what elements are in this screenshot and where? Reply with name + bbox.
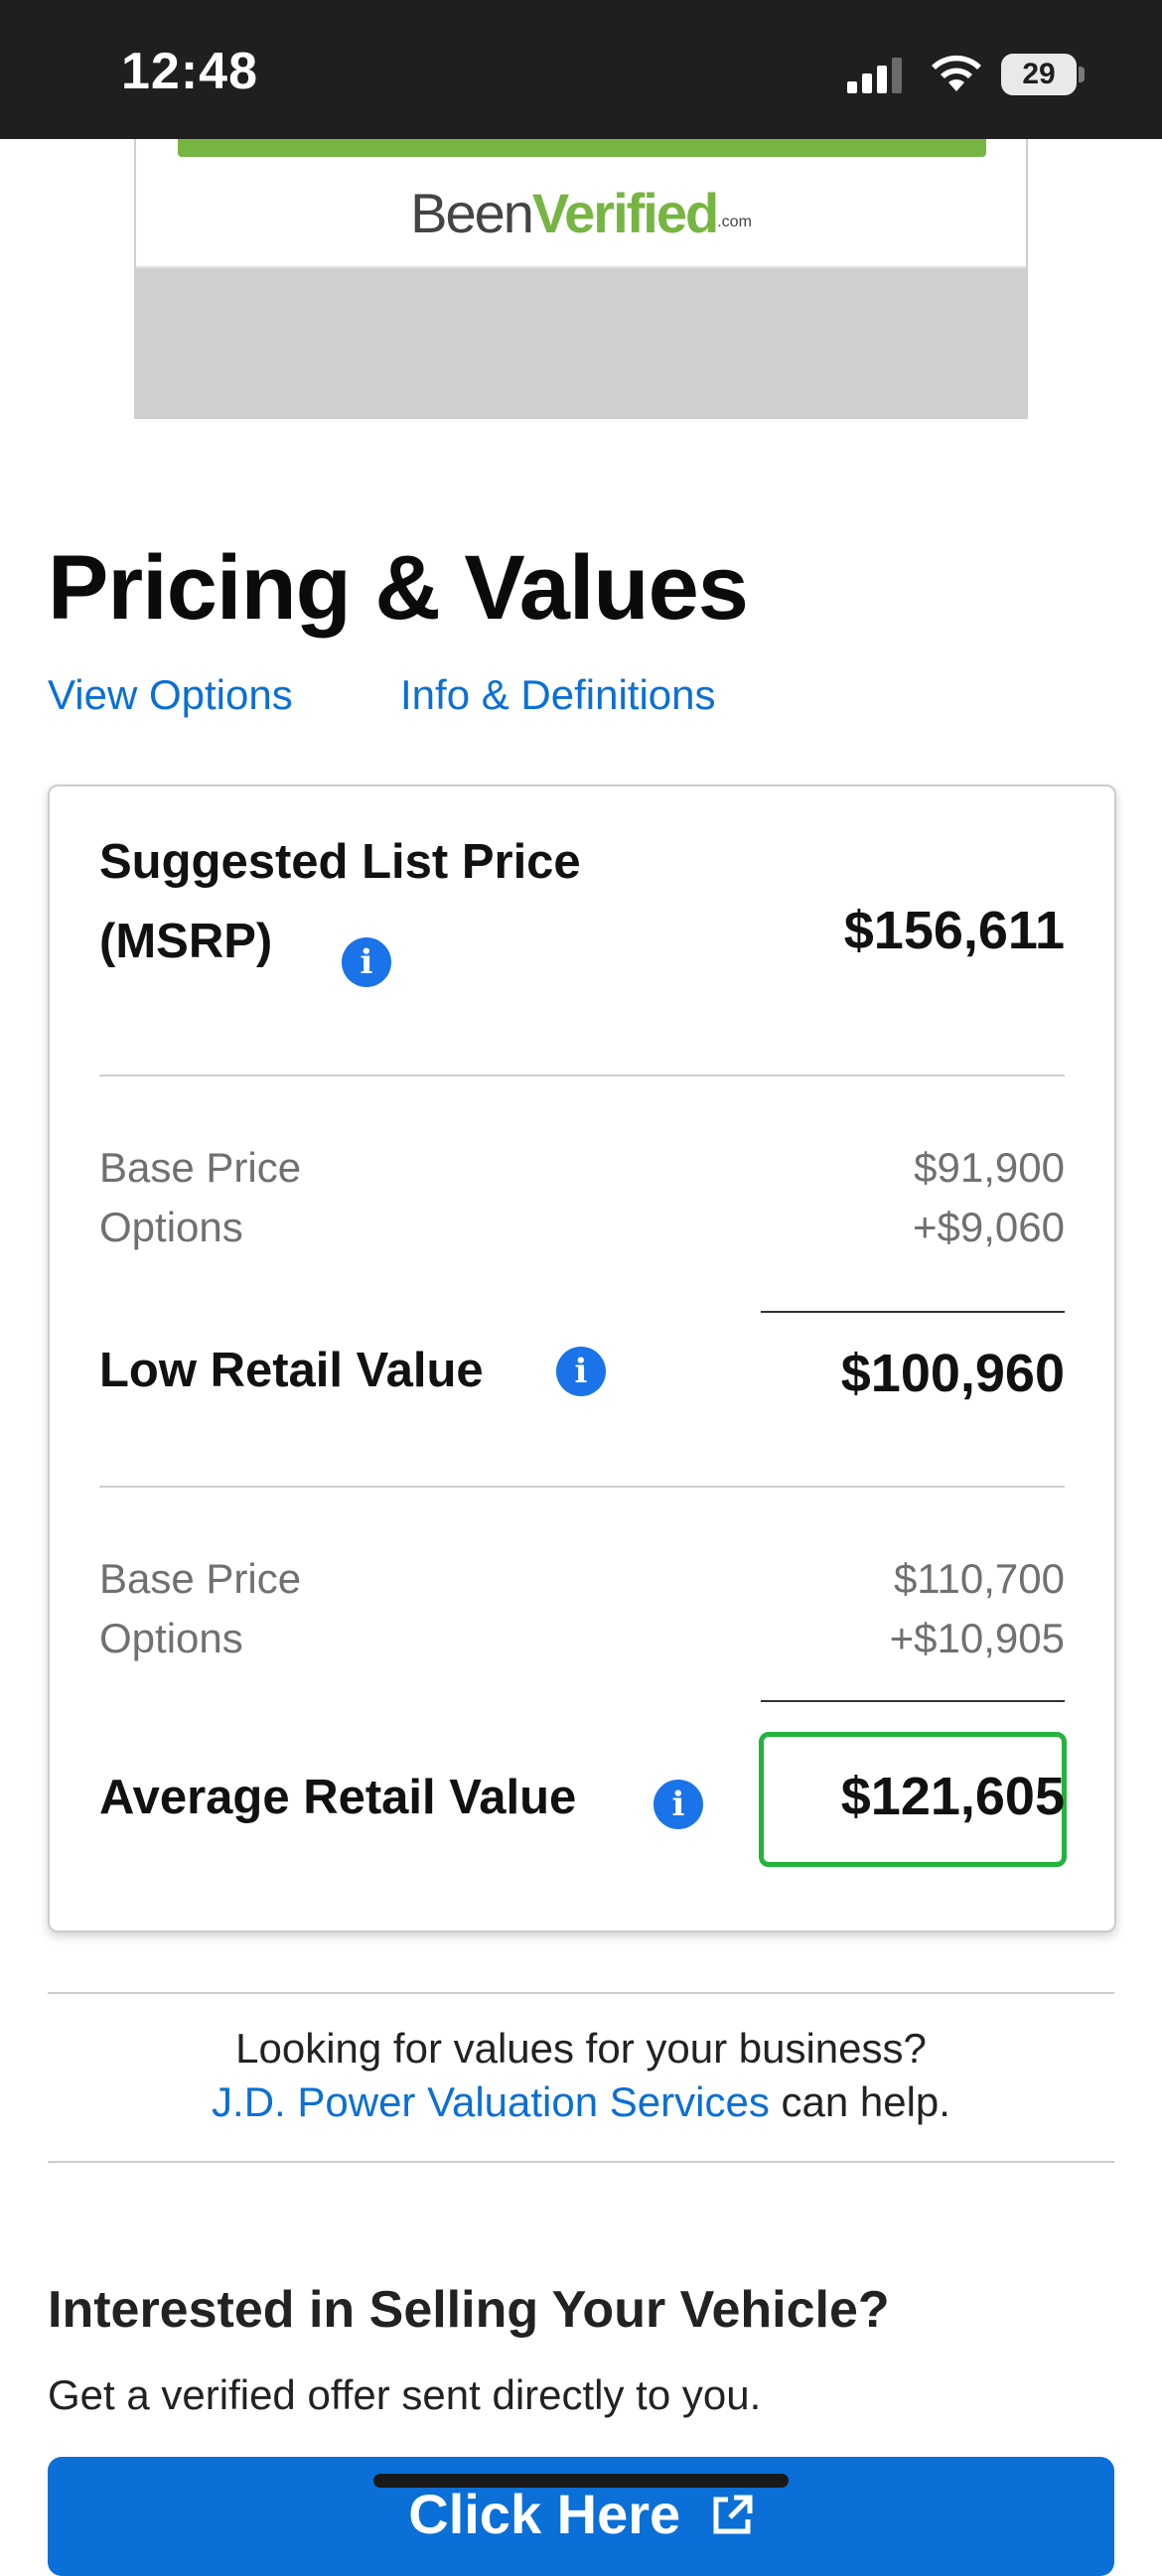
avg-base-price-value: $110,700: [893, 1555, 1065, 1602]
low-retail-title: Low Retail Value: [99, 1344, 484, 1397]
status-bar: 12:48 29: [0, 0, 1162, 139]
msrp-title-line2: (MSRP): [99, 915, 273, 968]
ad-banner[interactable]: BeenVerified.com: [134, 139, 1028, 419]
pricing-card: Suggested List Price (MSRP) i $156,611 B…: [48, 785, 1116, 1932]
business-after-link: can help.: [769, 2078, 950, 2125]
avg-options-label: Options: [99, 1615, 243, 1661]
msrp-title-line1: Suggested List Price: [99, 835, 581, 889]
ad-content[interactable]: BeenVerified.com: [136, 139, 1026, 268]
ad-logo-suffix: .com: [717, 214, 752, 230]
click-here-inner: Click Here: [48, 2485, 1114, 2544]
page-title: Pricing & Values: [48, 537, 749, 639]
avg-options-value: +$10,905: [889, 1615, 1065, 1661]
info-definitions-link[interactable]: Info & Definitions: [400, 671, 716, 719]
business-line2: J.D. Power Valuation Services can help.: [48, 2075, 1114, 2129]
low-options-value: +$9,060: [913, 1204, 1065, 1250]
avg-base-price-label: Base Price: [99, 1555, 302, 1602]
msrp-info-icon[interactable]: i: [342, 937, 391, 987]
home-indicator: [373, 2474, 789, 2488]
status-time: 12:48: [121, 43, 258, 100]
signal-icon: [847, 56, 905, 93]
wifi-icon: [932, 55, 981, 91]
business-bottom-divider: [48, 2161, 1114, 2163]
low-base-price-label: Base Price: [99, 1144, 302, 1191]
view-options-link[interactable]: View Options: [48, 671, 293, 719]
ad-green-bar: [178, 139, 986, 157]
low-options-label: Options: [99, 1204, 243, 1250]
msrp-divider: [99, 1074, 1065, 1076]
ad-logo-been: Been: [410, 182, 534, 244]
sell-subtitle: Get a verified offer sent directly to yo…: [48, 2371, 762, 2418]
msrp-title: Suggested List Price (MSRP): [99, 822, 581, 981]
business-text: Looking for values for your business? J.…: [48, 2022, 1114, 2129]
avg-sum-line: [761, 1700, 1065, 1702]
low-retail-value: $100,960: [840, 1344, 1065, 1403]
low-sum-line: [761, 1311, 1065, 1313]
low-base-price-value: $91,900: [914, 1144, 1065, 1191]
business-line1: Looking for values for your business?: [235, 2025, 927, 2072]
low-retail-divider: [99, 1486, 1065, 1488]
avg-retail-info-icon[interactable]: i: [654, 1780, 703, 1829]
avg-retail-value: $121,605: [840, 1767, 1065, 1826]
avg-retail-title: Average Retail Value: [99, 1771, 577, 1824]
ad-logo-verified: Verified: [531, 182, 719, 244]
business-top-divider: [48, 1992, 1114, 1994]
sell-title: Interested in Selling Your Vehicle?: [48, 2281, 890, 2339]
ad-logo[interactable]: BeenVerified.com: [136, 181, 1026, 245]
battery-tip: [1079, 67, 1085, 82]
msrp-value: $156,611: [843, 901, 1065, 960]
jd-power-valuation-link[interactable]: J.D. Power Valuation Services: [212, 2078, 770, 2125]
battery-level: 29: [1022, 58, 1056, 90]
low-retail-info-icon[interactable]: i: [556, 1347, 606, 1396]
external-link-icon: [713, 2495, 753, 2534]
